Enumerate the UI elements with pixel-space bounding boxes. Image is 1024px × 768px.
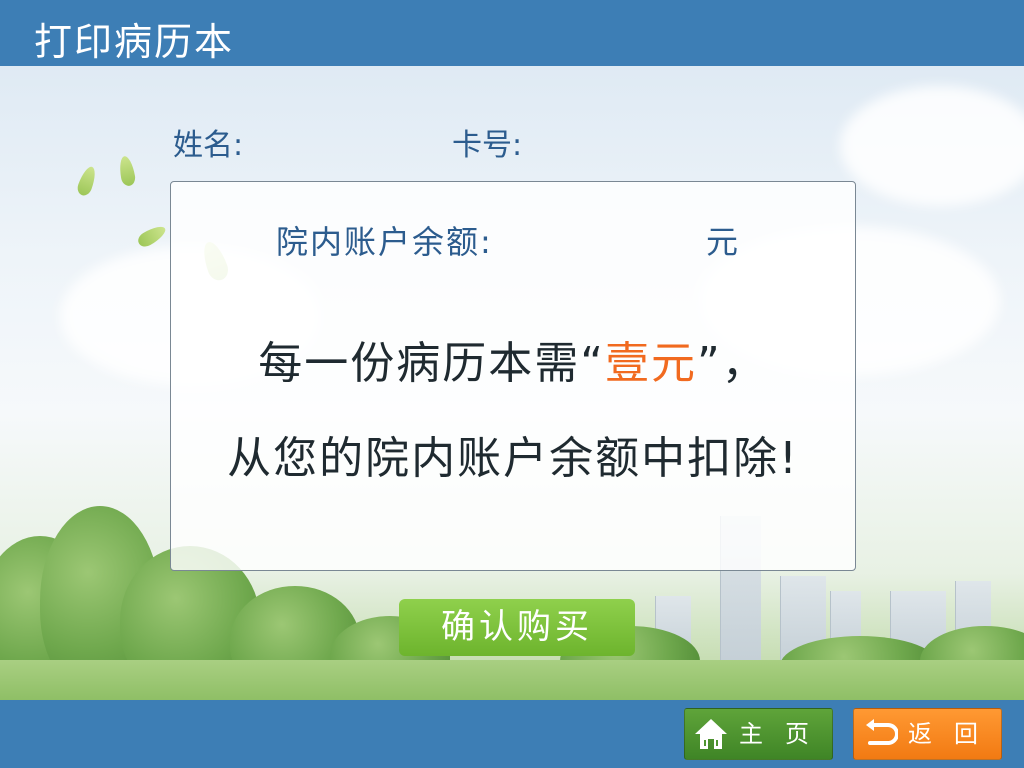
return-arrow-icon (866, 719, 898, 745)
fee-message-suffix: ”， (697, 338, 768, 389)
home-button-label: 主页 (739, 720, 831, 748)
home-button[interactable]: 主页 (684, 708, 833, 760)
fee-message-line2: 从您的院内账户余额中扣除! (227, 433, 799, 484)
header-bar: 打印病历本 (0, 0, 1024, 66)
fee-message-prefix: 每一份病历本需“ (258, 338, 605, 389)
page-title: 打印病历本 (34, 20, 235, 64)
patient-name-label: 姓名: (173, 128, 244, 163)
balance-unit-label: 元 (706, 223, 739, 261)
back-button[interactable]: 返回 (853, 708, 1002, 760)
fee-price: 壹元 (605, 338, 697, 389)
payment-info-panel: 院内账户余额: 元 每一份病历本需“壹元”， 从您的院内账户余额中扣除! (170, 181, 856, 571)
fee-message-line1: 每一份病历本需“壹元”， (171, 327, 855, 391)
footer-bar: 主页 返回 (0, 700, 1024, 768)
account-balance-label: 院内账户余额: (276, 223, 493, 261)
card-number-label: 卡号: (452, 128, 523, 163)
home-icon (695, 719, 727, 749)
back-button-label: 返回 (908, 720, 1000, 748)
confirm-purchase-button[interactable]: 确认购买 (399, 599, 635, 656)
